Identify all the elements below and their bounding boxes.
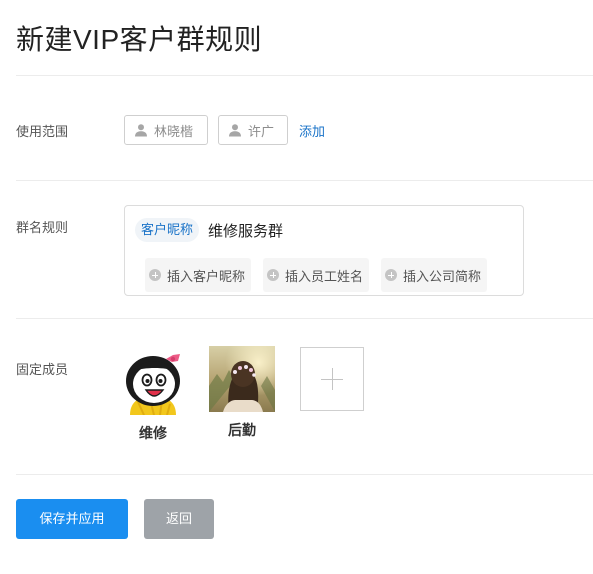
insert-customer-nickname-button[interactable]: 插入客户昵称 [145,258,252,292]
insert-button-label: 插入员工姓名 [285,268,364,284]
plus-circle-icon [149,269,161,281]
user-icon [229,124,241,137]
user-chip[interactable]: 林晓楷 [124,115,208,145]
divider [16,318,593,319]
insert-staff-name-button[interactable]: 插入员工姓名 [263,258,370,292]
add-scope-link[interactable]: 添加 [299,121,325,140]
member-item[interactable]: 维修 [120,349,186,443]
user-icon [135,124,147,137]
name-rule-text[interactable]: 维修服务群 [208,220,283,241]
user-chip-name: 许广 [248,123,275,139]
avatar [120,349,186,415]
avatar [209,346,275,412]
name-rule-label: 群名规则 [16,220,69,235]
member-name: 维修 [139,425,167,441]
member-name: 后勤 [228,422,256,438]
insert-button-label: 插入客户昵称 [167,268,246,284]
name-rule-editor[interactable]: 客户昵称 维修服务群 插入客户昵称 插入员工姓名 插入公司简称 [124,205,524,296]
plus-circle-icon [385,269,397,281]
page-title: 新建VIP客户群规则 [16,24,263,55]
divider [16,75,593,76]
divider [16,474,593,475]
variable-tag-customer-nickname[interactable]: 客户昵称 [135,218,200,242]
insert-company-short-name-button[interactable]: 插入公司简称 [381,258,488,292]
add-member-button[interactable] [300,347,364,411]
fixed-members-label: 固定成员 [16,362,69,377]
member-item[interactable]: 后勤 [209,346,275,440]
divider [16,180,593,181]
plus-circle-icon [267,269,279,281]
save-and-apply-button[interactable]: 保存并应用 [16,499,128,539]
insert-button-label: 插入公司简称 [403,268,482,284]
back-button[interactable]: 返回 [144,499,214,539]
user-chip-name: 林晓楷 [154,123,194,139]
scope-label: 使用范围 [16,124,69,139]
user-chip[interactable]: 许广 [218,115,288,145]
